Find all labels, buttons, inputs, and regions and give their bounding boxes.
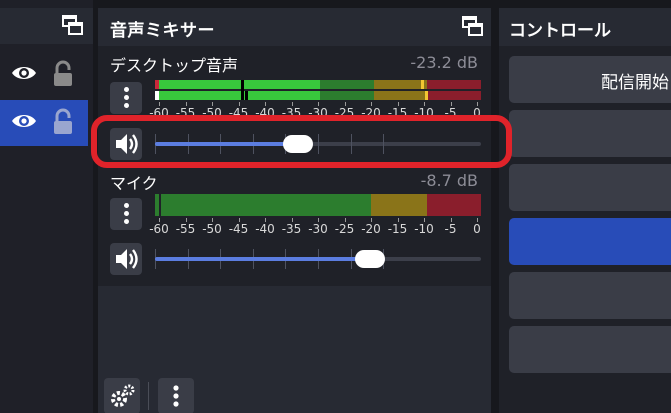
sources-dock [0, 0, 93, 413]
audio-mixer-dock: 音声ミキサー デスクトップ音声 -23.2 dB -60 -55 -50 -45… [98, 8, 491, 413]
scale-label: -30 [308, 222, 328, 236]
start-recording-button[interactable] [509, 110, 671, 157]
channel-menu-button[interactable] [110, 198, 142, 230]
meter-hold-marker [425, 91, 428, 100]
scale-label: -5 [444, 222, 457, 236]
start-streaming-button[interactable]: 配信開始 [509, 56, 671, 103]
virtual-camera-button[interactable] [509, 164, 671, 211]
lock-icon[interactable] [52, 60, 74, 92]
meter-hold-marker [421, 80, 424, 89]
lock-icon[interactable] [52, 108, 74, 140]
volume-slider-handle[interactable] [355, 250, 386, 268]
mixer-footer [98, 370, 491, 413]
channel-db-readout: -23.2 dB [410, 53, 478, 72]
scale-label: -25 [334, 222, 355, 236]
scale-label: -40 [255, 222, 275, 236]
meter-peak-marker [245, 91, 248, 100]
scale-label: -10 [414, 222, 434, 236]
scale-label: -45 [228, 222, 249, 236]
footer-separator [148, 382, 149, 410]
meter-bar-left [155, 80, 481, 89]
meter-peak-marker [241, 80, 244, 100]
volume-slider-fill [155, 257, 371, 261]
sources-dock-header [0, 8, 93, 44]
mixer-menu-button[interactable] [158, 378, 194, 413]
channel-name: デスクトップ音声 [110, 56, 239, 75]
source-row-selected[interactable] [0, 100, 88, 146]
settings-button[interactable] [509, 272, 671, 319]
source-row[interactable] [0, 52, 88, 96]
meter-bar-right [155, 91, 481, 100]
undock-icon[interactable] [62, 15, 84, 41]
meter-bar [155, 194, 481, 216]
mute-button[interactable] [110, 243, 142, 275]
advanced-audio-settings-button[interactable] [104, 378, 140, 413]
controls-title: コントロール [509, 21, 611, 41]
volume-slider[interactable] [155, 249, 481, 269]
visibility-eye-icon[interactable] [10, 110, 38, 136]
undock-icon[interactable] [462, 16, 484, 42]
meter-scale: -60 -55 -50 -45 -40 -35 -30 -25 -20 -15 -10 -5 0 [149, 218, 481, 236]
visibility-eye-icon[interactable] [10, 62, 38, 88]
channel-db-readout: -8.7 dB [420, 171, 478, 190]
scale-label: -55 [175, 222, 196, 236]
vertical-dots-icon [158, 385, 194, 413]
controls-dock: コントロール 配信開始 [499, 8, 671, 413]
speaker-icon [110, 249, 142, 279]
channel-name: マイク [110, 174, 158, 193]
scale-label: -35 [281, 222, 302, 236]
scale-label: -50 [202, 222, 222, 236]
gears-icon [104, 384, 140, 413]
channel-menu-button[interactable] [110, 82, 142, 114]
studio-mode-button[interactable] [509, 218, 671, 265]
scale-label: -60 [149, 222, 169, 236]
button-label: 配信開始 [601, 73, 669, 93]
highlight-annotation [91, 115, 512, 168]
scale-label: -20 [361, 222, 381, 236]
scale-label: 0 [473, 222, 481, 236]
mixer-title: 音声ミキサー [110, 21, 215, 41]
exit-button[interactable] [509, 326, 671, 373]
controls-button-list: 配信開始 [499, 46, 671, 413]
scale-label: -15 [387, 222, 408, 236]
